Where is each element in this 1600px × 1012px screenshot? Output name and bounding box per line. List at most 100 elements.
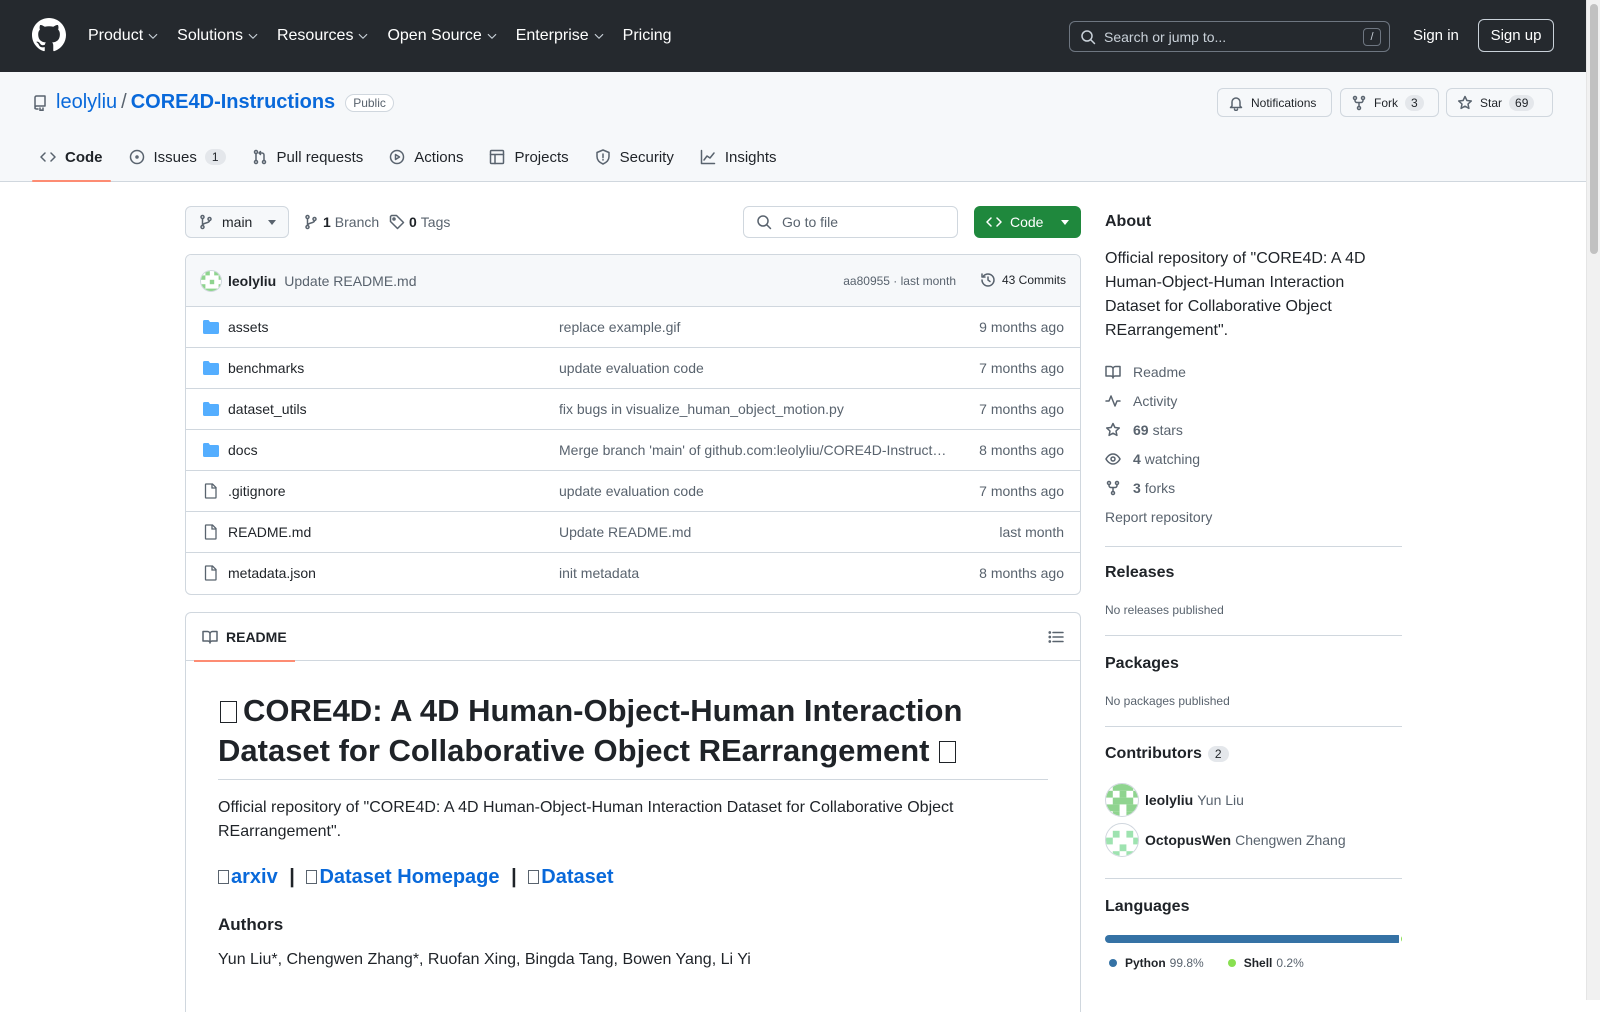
page-scrollbar[interactable] [1586,0,1600,1000]
file-commit-message-link[interactable]: update evaluation code [559,360,949,376]
languages-bar [1105,935,1402,943]
tab-projects[interactable]: Projects [481,132,576,182]
sign-in-link[interactable]: Sign in [1413,27,1459,44]
tab-issues[interactable]: Issues 1 [121,132,234,182]
global-nav-open-source[interactable]: Open Source [387,27,497,45]
forks-label: forks [1144,480,1176,496]
sign-up-button[interactable]: Sign up [1478,19,1554,52]
stars-link[interactable]: 69 stars [1105,422,1183,438]
fork-count: 3 [1405,94,1424,111]
table-row[interactable]: README.md Update README.md last month [186,512,1080,553]
table-row[interactable]: benchmarks update evaluation code 7 months… [186,348,1080,389]
language-item[interactable]: Python 99.8% [1109,956,1228,970]
identicon-icon [1106,784,1138,816]
table-row[interactable]: .gitignore update evaluation code 7 months… [186,471,1080,512]
file-name-link[interactable]: benchmarks [228,360,304,376]
language-name: Shell [1243,956,1273,970]
github-logo-icon[interactable] [32,18,66,52]
forks-count: 3 [1133,480,1141,496]
star-button[interactable]: Star 69 [1446,88,1553,117]
file-name-link[interactable]: .gitignore [228,483,286,499]
global-nav-resources[interactable]: Resources [277,27,369,45]
dataset-link[interactable]: Dataset [541,866,613,888]
arxiv-link[interactable]: arxiv [231,866,278,888]
eye-icon [1105,453,1121,465]
contributor-item[interactable]: leolyliu Yun Liu [1105,783,1244,817]
branch-icon [305,214,317,230]
file-name-link[interactable]: docs [228,442,258,458]
commits-link[interactable]: 43 Commits [980,272,1066,288]
code-dropdown-button[interactable]: Code [974,206,1081,238]
branches-link[interactable]: 1 Branch [303,214,379,230]
language-name: Python [1125,956,1166,970]
missing-glyph-icon [528,870,540,884]
global-nav-pricing[interactable]: Pricing [623,27,672,45]
tab-actions[interactable]: Actions [381,132,471,182]
file-commit-message-link[interactable]: fix bugs in visualize_human_object_motio… [559,401,949,417]
table-row[interactable]: dataset_utils fix bugs in visualize_human… [186,389,1080,430]
forks-link[interactable]: 3 forks [1105,480,1175,496]
global-nav-solutions[interactable]: Solutions [177,27,259,45]
tab-pull-requests[interactable]: Pull requests [244,132,372,182]
file-commit-message-link[interactable]: init metadata [559,565,949,581]
missing-glyph-icon [306,870,318,884]
readme-tab[interactable]: README [194,613,295,662]
contributor-item[interactable]: OctopusWen Chengwen Zhang [1105,823,1346,857]
table-row[interactable]: metadata.json init metadata 8 months ago [186,553,1080,594]
repo-owner-link[interactable]: leolyliu [56,91,117,114]
readme-link[interactable]: Readme [1105,364,1186,380]
book-icon [202,630,218,644]
tab-code[interactable]: Code [32,132,111,182]
commit-message-link[interactable]: Update README.md [284,273,416,289]
repo-tabs: Code Issues 1 Pull requests Actions Projects S… [32,132,795,182]
search-input[interactable]: Search or jump to... / [1069,21,1390,52]
branch-selector-button[interactable]: main [185,206,289,238]
tags-link[interactable]: 0 Tags [389,214,450,230]
report-repository-link[interactable]: Report repository [1105,509,1212,525]
fork-icon [1352,95,1366,110]
go-to-file-input[interactable]: Go to file [743,206,958,238]
table-row[interactable]: assets replace example.gif 9 months ago [186,307,1080,348]
list-outline-icon[interactable] [1048,629,1064,645]
tab-insights[interactable]: Insights [692,132,785,182]
file-commit-message-link[interactable]: Merge branch 'main' of github.com:leolyl… [559,442,949,458]
file-name-link[interactable]: metadata.json [228,565,316,581]
language-color-dot [1109,959,1117,967]
sidebar-divider [1105,546,1402,547]
readme-panel: README CORE4D: A 4D Human-Object-Human I… [185,612,1081,1012]
notifications-button[interactable]: Notifications [1217,88,1332,117]
repo-name-link[interactable]: CORE4D-Instructions [131,91,335,114]
tab-label: Code [65,148,103,166]
packages-heading[interactable]: Packages [1105,655,1179,673]
language-item[interactable]: Shell 0.2% [1227,956,1328,970]
file-commit-message-link[interactable]: replace example.gif [559,319,949,335]
contributors-header[interactable]: Contributors 2 [1105,745,1229,763]
latest-commit-row: leolyliu Update README.md aa80955 · last… [186,255,1080,307]
activity-link[interactable]: Activity [1105,393,1177,409]
readme-links: arxiv | Dataset Homepage | Dataset [218,866,1048,889]
releases-heading[interactable]: Releases [1105,564,1174,582]
watching-link[interactable]: 4 watching [1105,451,1200,467]
file-commit-date: last month [999,524,1064,540]
fork-icon [1106,480,1120,496]
avatar[interactable] [200,269,222,292]
global-nav-enterprise[interactable]: Enterprise [516,27,605,45]
dataset-homepage-link[interactable]: Dataset Homepage [319,866,499,888]
scrollbar-thumb[interactable] [1590,4,1598,254]
repo-icon [34,94,46,111]
file-commit-message-link[interactable]: update evaluation code [559,483,949,499]
fork-button[interactable]: Fork 3 [1340,88,1439,117]
file-name-link[interactable]: README.md [228,524,311,540]
file-name-link[interactable]: dataset_utils [228,401,307,417]
commit-hash-time[interactable]: aa80955 · last month [843,274,956,288]
global-nav-product[interactable]: Product [88,27,159,45]
table-row[interactable]: docs Merge branch 'main' of github.com:le… [186,430,1080,471]
tab-security[interactable]: Security [587,132,682,182]
commit-author-link[interactable]: leolyliu [228,273,276,289]
authors-list: Yun Liu*, Chengwen Zhang*, Ruofan Xing, … [218,951,751,968]
watching-count: 4 [1133,451,1141,467]
readme-header: README [186,613,1080,662]
file-name-link[interactable]: assets [228,319,268,335]
file-commit-message-link[interactable]: Update README.md [559,524,949,540]
global-nav-label: Product [88,27,144,44]
